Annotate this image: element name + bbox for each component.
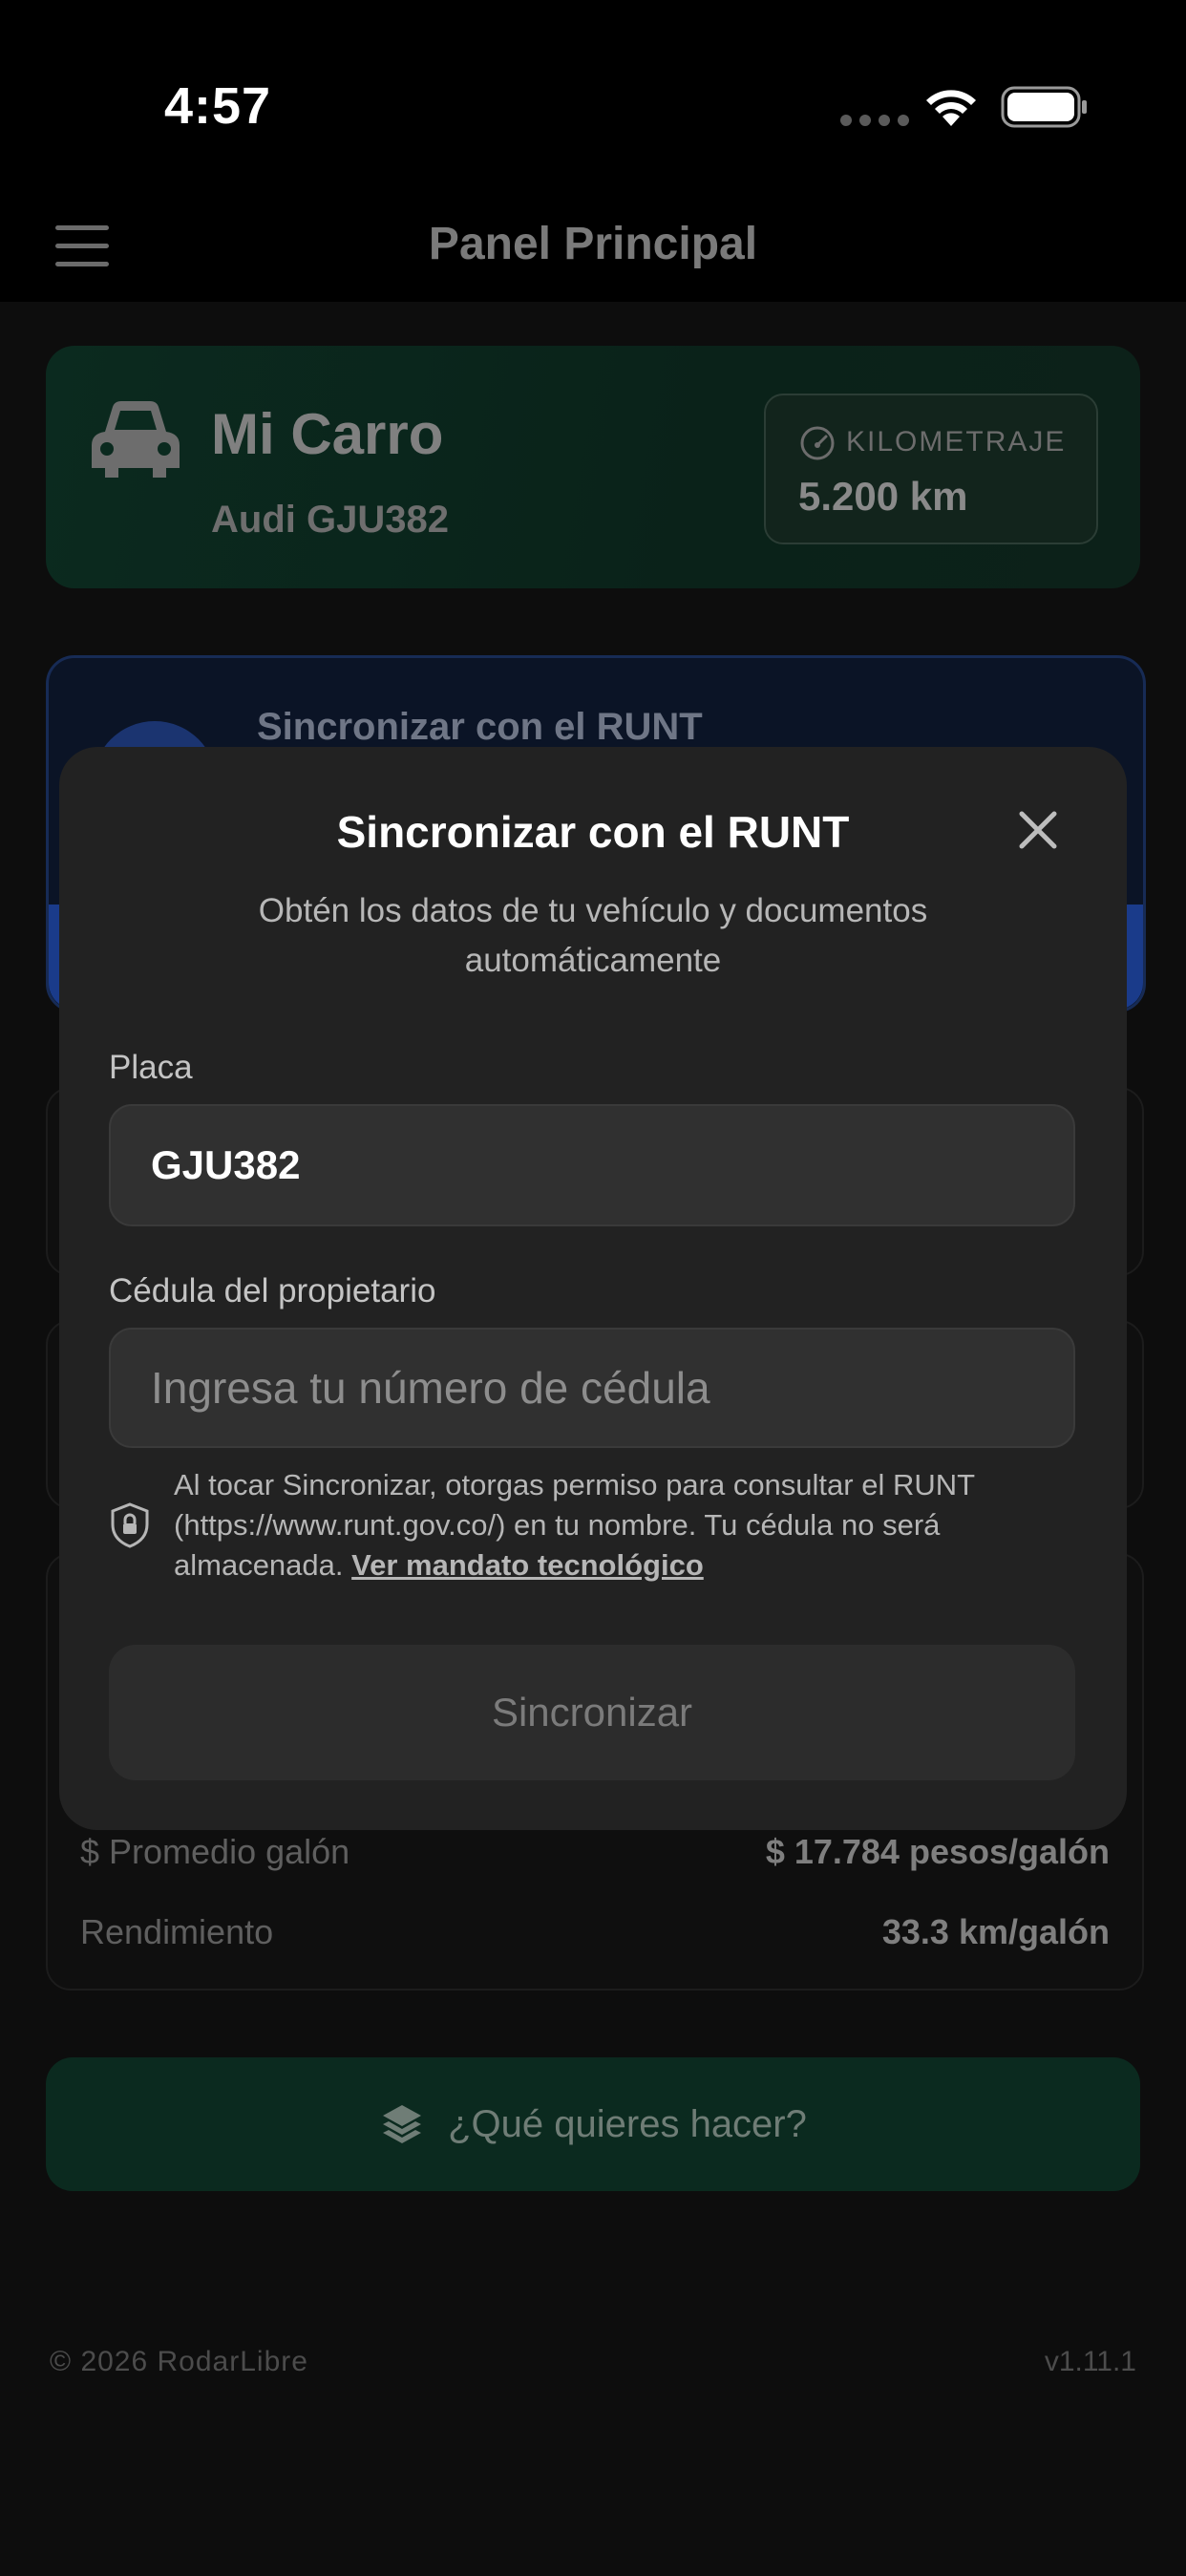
- stat-row: Rendimiento 33.3 km/galón: [80, 1912, 1110, 1952]
- car-title: Mi Carro: [211, 402, 444, 466]
- app-header: Panel Principal: [0, 191, 1186, 302]
- plate-label: Placa: [109, 1049, 193, 1086]
- car-subtitle: Audi GJU382: [211, 499, 449, 541]
- car-card[interactable]: Mi Carro Audi GJU382 KILOMETRAJE 5.200 k…: [46, 346, 1140, 588]
- layers-icon: [383, 2105, 422, 2143]
- signal-dots-icon: [840, 115, 909, 126]
- id-label: Cédula del propietario: [109, 1272, 436, 1309]
- status-time: 4:57: [164, 77, 272, 135]
- plate-input[interactable]: GJU382: [109, 1104, 1075, 1226]
- close-icon[interactable]: [1014, 806, 1062, 854]
- modal-subtitle: Obtén los datos de tu vehículo y documen…: [258, 892, 928, 979]
- mileage-label: KILOMETRAJE: [846, 426, 1067, 458]
- id-number-input[interactable]: Ingresa tu número de cédula: [109, 1328, 1075, 1448]
- page-title: Panel Principal: [428, 219, 758, 269]
- stat-value: $ 17.784 pesos/galón: [765, 1832, 1110, 1871]
- sync-button-label: Sincronizar: [491, 1690, 693, 1735]
- footer-copyright: © 2026 RodarLibre: [50, 2346, 308, 2377]
- shield-lock-icon: [111, 1502, 149, 1548]
- sync-card-title: Sincronizar con el RUNT: [257, 706, 703, 748]
- sync-button[interactable]: Sincronizar: [109, 1645, 1075, 1780]
- mileage-value: 5.200 km: [798, 474, 968, 519]
- status-bar: 4:57: [0, 0, 1186, 191]
- what-to-do-button[interactable]: ¿Qué quieres hacer?: [46, 2057, 1140, 2191]
- mileage-box[interactable]: KILOMETRAJE 5.200 km: [764, 394, 1098, 544]
- wifi-icon: [926, 90, 976, 126]
- action-button-label: ¿Qué quieres hacer?: [448, 2102, 807, 2145]
- stat-row: $ Promedio galón $ 17.784 pesos/galón: [80, 1832, 1110, 1872]
- mandate-link[interactable]: Ver mandato tecnológico: [351, 1548, 704, 1582]
- car-icon: [92, 401, 180, 478]
- stat-label: Rendimiento: [80, 1912, 274, 1951]
- footer-version: v1.11.1: [1044, 2346, 1136, 2377]
- stat-value: 33.3 km/galón: [881, 1912, 1110, 1951]
- runt-sync-modal: Sincronizar con el RUNT Obtén los datos …: [59, 747, 1127, 1830]
- battery-icon: [1001, 86, 1087, 128]
- speedometer-icon: [800, 426, 835, 460]
- modal-title: Sincronizar con el RUNT: [336, 807, 850, 857]
- stat-label: $ Promedio galón: [80, 1832, 350, 1871]
- consent-notice: Al tocar Sincronizar, otorgas permiso pa…: [174, 1465, 1081, 1586]
